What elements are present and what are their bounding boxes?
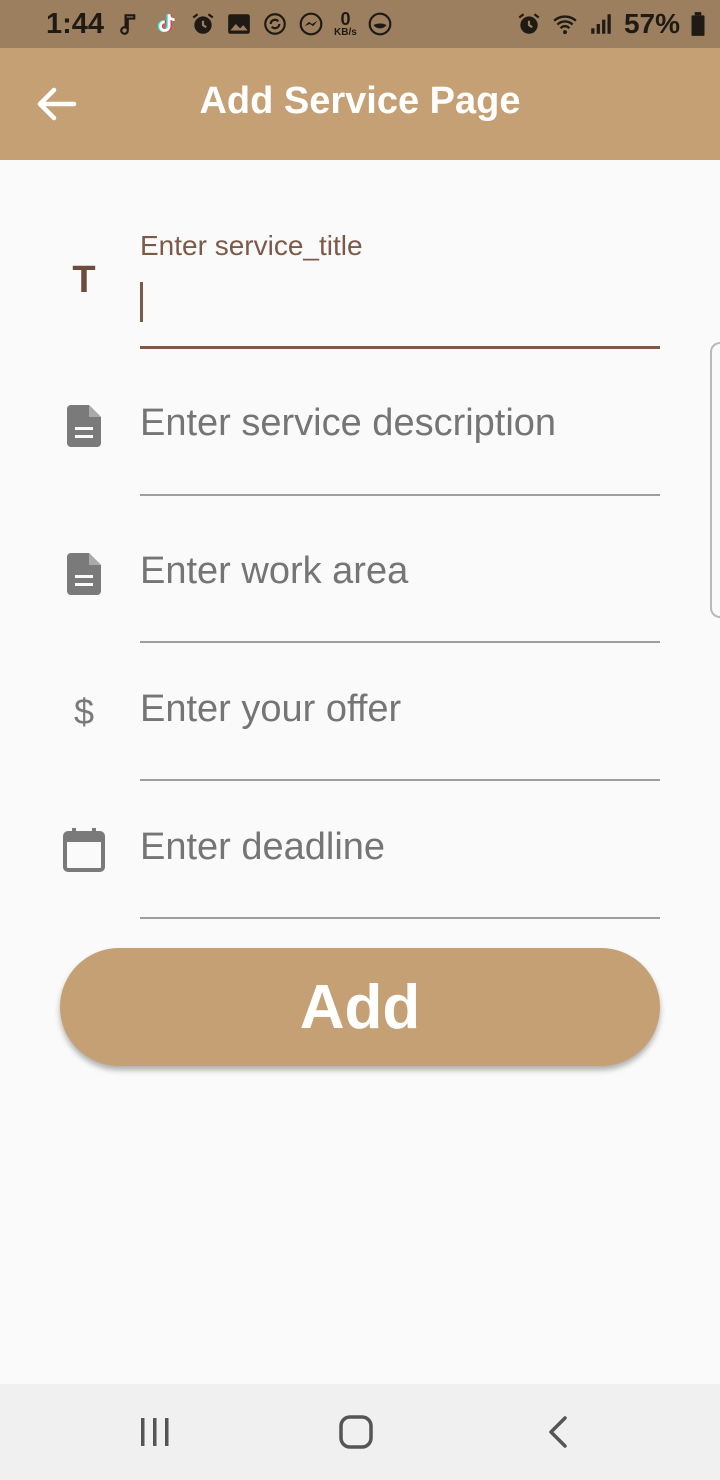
service-title-underline bbox=[140, 346, 660, 349]
title-t-icon: T bbox=[72, 258, 96, 301]
battery-icon bbox=[691, 12, 705, 36]
wifi-icon bbox=[553, 15, 577, 35]
service-description-input[interactable] bbox=[140, 396, 660, 450]
status-bar: 1:44 0 KB/s 57% bbox=[0, 0, 720, 48]
document-icon bbox=[60, 550, 108, 598]
recents-icon bbox=[141, 1418, 169, 1446]
work-area-input[interactable] bbox=[140, 544, 660, 598]
battery-percent: 57% bbox=[623, 8, 680, 39]
service-title-input[interactable] bbox=[140, 278, 660, 328]
service-title-field[interactable]: T Enter service_title bbox=[60, 230, 660, 350]
recents-button[interactable] bbox=[125, 1410, 185, 1454]
edge-panel-handle[interactable] bbox=[710, 342, 720, 618]
work-area-field[interactable] bbox=[60, 528, 660, 646]
home-icon bbox=[339, 1415, 373, 1449]
document-icon bbox=[60, 402, 108, 450]
sync-icon bbox=[264, 13, 286, 35]
add-button[interactable]: Add bbox=[60, 948, 660, 1066]
service-description-field[interactable] bbox=[60, 380, 660, 498]
gallery-icon bbox=[228, 14, 250, 34]
music-note-icon bbox=[120, 14, 136, 35]
alarm-icon bbox=[518, 13, 540, 34]
signal-icon bbox=[591, 14, 611, 34]
alarm-icon bbox=[192, 13, 214, 34]
dollar-icon: $ bbox=[73, 691, 95, 732]
app-notification-icon bbox=[368, 12, 392, 36]
messenger-icon bbox=[299, 12, 323, 36]
home-button[interactable] bbox=[326, 1410, 386, 1454]
nav-back-button[interactable] bbox=[528, 1410, 588, 1454]
system-navigation-bar bbox=[0, 1384, 720, 1480]
tiktok-icon bbox=[157, 14, 175, 33]
system-status-icons: 57% bbox=[516, 8, 706, 40]
offer-underline bbox=[140, 779, 660, 781]
back-chevron-icon bbox=[549, 1416, 567, 1448]
status-time: 1:44 bbox=[46, 7, 105, 40]
page-title: Add Service Page bbox=[199, 80, 521, 122]
notification-icons: 0 KB/s bbox=[118, 10, 393, 38]
deadline-input[interactable] bbox=[140, 820, 660, 874]
service-title-label: Enter service_title bbox=[140, 230, 363, 261]
deadline-field[interactable] bbox=[60, 804, 660, 922]
network-speed-unit: KB/s bbox=[334, 27, 357, 38]
app-bar: Add Service Page bbox=[0, 48, 720, 160]
deadline-underline bbox=[140, 917, 660, 919]
work-area-underline bbox=[140, 641, 660, 643]
offer-field[interactable]: $ bbox=[60, 666, 660, 784]
calendar-icon bbox=[60, 826, 108, 874]
offer-input[interactable] bbox=[140, 682, 660, 736]
service-description-underline bbox=[140, 494, 660, 496]
network-speed-value: 0 bbox=[340, 9, 351, 29]
network-speed: 0 KB/s bbox=[334, 10, 357, 38]
